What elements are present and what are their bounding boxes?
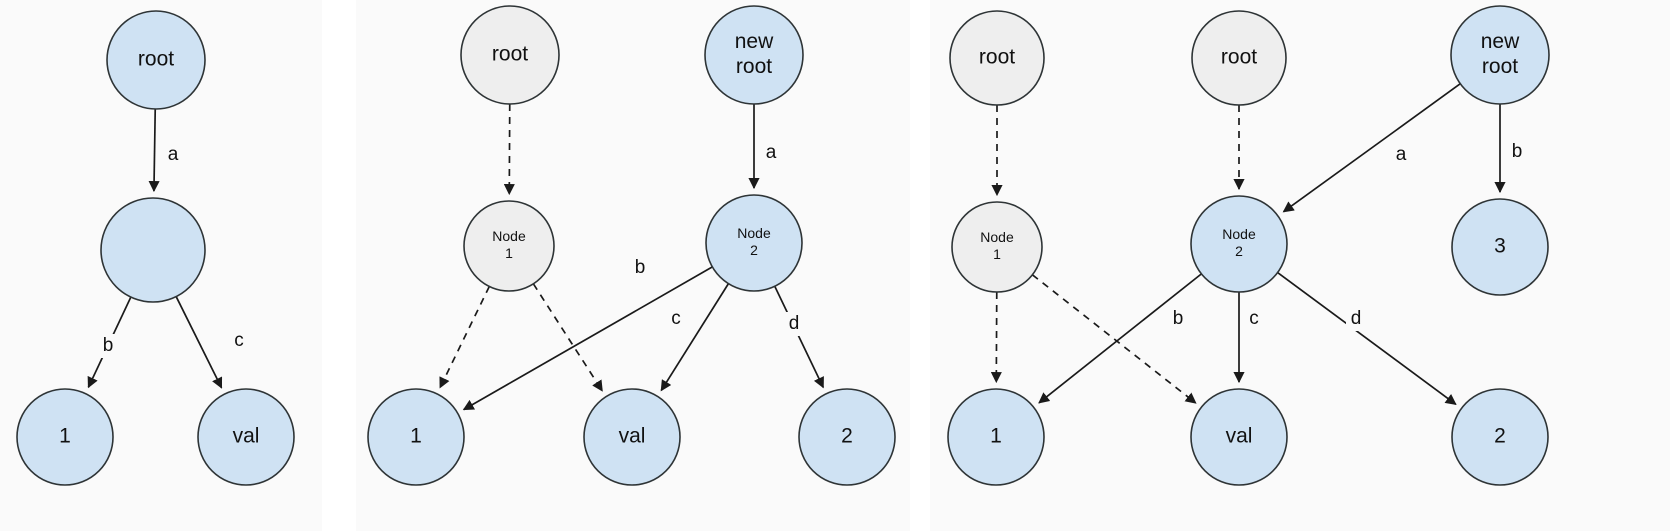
edge-solid bbox=[148, 108, 160, 193]
graph-node[interactable]: Node1 bbox=[951, 201, 1043, 293]
node-label: 2 bbox=[1494, 425, 1506, 448]
node-label: val bbox=[1226, 425, 1253, 448]
node-label: 2 bbox=[1235, 243, 1243, 259]
edge-label: c bbox=[671, 308, 681, 329]
node-label: 1 bbox=[505, 245, 513, 261]
graph-node[interactable]: root bbox=[949, 10, 1045, 106]
node-label: 3 bbox=[1494, 235, 1506, 258]
node-label: 2 bbox=[750, 242, 758, 258]
node-label: root bbox=[1482, 55, 1518, 78]
node-circle[interactable] bbox=[100, 197, 206, 303]
edge-label: b bbox=[103, 335, 114, 356]
graph-node[interactable]: 1 bbox=[367, 388, 465, 486]
node-label: new bbox=[735, 30, 774, 53]
graph-node[interactable]: val bbox=[197, 388, 295, 486]
node-label: 1 bbox=[990, 425, 1002, 448]
edge-solid bbox=[175, 296, 223, 389]
edge-label: c bbox=[234, 330, 244, 351]
edge-dashed bbox=[439, 286, 491, 389]
node-label: root bbox=[1221, 46, 1257, 69]
edge-label: a bbox=[1396, 144, 1407, 165]
node-label: Node bbox=[737, 225, 771, 241]
edge-dashed bbox=[532, 283, 603, 392]
graph-node[interactable]: 2 bbox=[1451, 388, 1549, 486]
edge-label: a bbox=[168, 144, 179, 165]
graph-node[interactable]: Node1 bbox=[463, 200, 555, 292]
node-label: 1 bbox=[410, 425, 422, 448]
edge-label: b bbox=[1173, 308, 1184, 329]
edge-solid bbox=[773, 285, 824, 389]
node-label: val bbox=[619, 425, 646, 448]
edge-label: a bbox=[766, 142, 777, 163]
node-label: 1 bbox=[993, 246, 1001, 262]
graph-node[interactable]: newroot bbox=[704, 5, 804, 105]
graph-node[interactable]: root bbox=[106, 10, 206, 110]
node-label: root bbox=[736, 55, 772, 78]
graph-node[interactable]: root bbox=[460, 5, 560, 105]
edge-label: c bbox=[1249, 308, 1259, 329]
diagram-canvas: a b c root 1 val a b c d root new root Node 1 Node 2 1 val… bbox=[0, 0, 1670, 531]
graph-node[interactable]: 1 bbox=[947, 388, 1045, 486]
node-layer: root 1 val bbox=[16, 10, 295, 486]
edge-solid bbox=[660, 283, 730, 392]
node-layer: rootnewrootNode1Node21 val 2 bbox=[367, 5, 896, 486]
graph-node[interactable]: Node2 bbox=[1190, 195, 1288, 293]
node-label: 1 bbox=[59, 425, 71, 448]
diagram-panel: a b c root 1 val bbox=[0, 0, 322, 531]
edge-solid bbox=[1277, 271, 1457, 405]
node-label: Node bbox=[492, 228, 526, 244]
edge-label: d bbox=[1351, 308, 1362, 329]
graph-node[interactable]: val bbox=[583, 388, 681, 486]
graph-node[interactable]: val bbox=[1190, 388, 1288, 486]
edge-solid bbox=[1038, 273, 1202, 404]
node-label: root bbox=[492, 43, 528, 66]
node-label: val bbox=[233, 425, 260, 448]
graph-node[interactable] bbox=[100, 197, 206, 303]
node-label: new bbox=[1481, 30, 1520, 53]
edge-label: d bbox=[789, 313, 800, 334]
edge-solid bbox=[1282, 83, 1461, 213]
edge-dashed bbox=[1031, 274, 1197, 404]
node-label: root bbox=[979, 46, 1015, 69]
graph-node[interactable]: newroot bbox=[1450, 5, 1550, 105]
graph-node[interactable]: root bbox=[1191, 10, 1287, 106]
graph-node[interactable]: 2 bbox=[798, 388, 896, 486]
node-label: Node bbox=[980, 229, 1014, 245]
diagram-panel: a b c d root new root Node 1 Node 2 1 val 2 bbox=[356, 0, 910, 531]
diagram-panel: a b b c d root root new root Node 1 Node 2 3 1 val 2 bbox=[930, 0, 1670, 531]
node-label: root bbox=[138, 48, 174, 71]
edge-label: b bbox=[635, 257, 646, 278]
edge-label: b bbox=[1512, 141, 1523, 162]
graph-node[interactable]: 3 bbox=[1451, 198, 1549, 296]
node-label: Node bbox=[1222, 226, 1256, 242]
node-label: 2 bbox=[841, 425, 853, 448]
node-layer: root rootnewrootNode1Node2 31 val 2 bbox=[947, 5, 1550, 486]
graph-node[interactable]: 1 bbox=[16, 388, 114, 486]
graph-node[interactable]: Node2 bbox=[705, 194, 803, 292]
